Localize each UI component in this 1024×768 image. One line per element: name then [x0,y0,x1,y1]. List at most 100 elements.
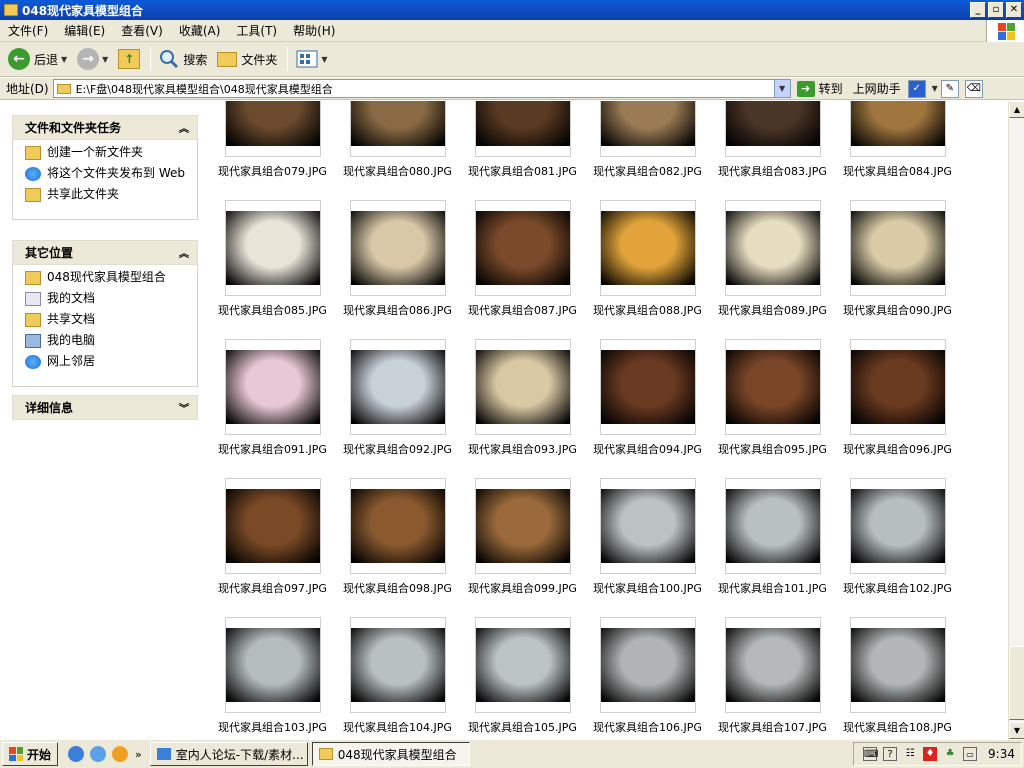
views-button[interactable]: ▼ [292,44,331,74]
thumbnail-image[interactable] [600,339,696,435]
file-item[interactable]: 现代家具组合085.JPG [210,200,335,330]
file-item[interactable]: 现代家具组合084.JPG [835,101,960,191]
details-header[interactable]: 详细信息 ︾ [12,395,198,420]
file-name[interactable]: 现代家具组合106.JPG [585,719,710,735]
collapse-chevron-icon[interactable]: ︽ [179,120,189,135]
file-name[interactable]: 现代家具组合080.JPG [335,163,460,179]
file-name[interactable]: 现代家具组合088.JPG [585,302,710,318]
place-shared-documents[interactable]: 共享文档 [25,313,197,327]
menu-favorites[interactable]: 收藏(A) [171,22,229,39]
chevron-down-icon[interactable]: ▼ [61,55,67,64]
file-item[interactable]: 现代家具组合088.JPG [585,200,710,330]
chevron-down-icon[interactable]: ▼ [102,55,108,64]
file-item[interactable]: 现代家具组合083.JPG [710,101,835,191]
scroll-up-button[interactable]: ▲ [1009,101,1024,118]
task-share-folder[interactable]: 共享此文件夹 [25,188,197,202]
file-item[interactable]: 现代家具组合107.JPG [710,617,835,739]
thumbnail-image[interactable] [475,478,571,574]
volume-icon[interactable]: ▭ [963,747,978,761]
file-name[interactable]: 现代家具组合083.JPG [710,163,835,179]
eraser-icon[interactable]: ⌫ [964,79,983,98]
thumbnail-image[interactable] [350,200,446,296]
file-name[interactable]: 现代家具组合108.JPG [835,719,960,735]
file-tasks-header[interactable]: 文件和文件夹任务 ︽ [12,115,198,140]
thumbnail-image[interactable] [350,339,446,435]
address-dropdown-button[interactable]: ▼ [773,80,790,97]
network-status-icon[interactable]: ♣ [943,747,957,761]
thumbnail-image[interactable] [850,339,946,435]
thumbnail-image[interactable] [600,617,696,713]
thumbnail-image[interactable] [850,200,946,296]
language-icon[interactable]: ☷ [903,747,917,761]
file-item[interactable]: 现代家具组合099.JPG [460,478,585,608]
quicklaunch-more-icon[interactable]: » [135,748,142,761]
thumbnail-image[interactable] [350,617,446,713]
task-label[interactable]: 共享此文件夹 [47,188,119,201]
thumbnail-image[interactable] [600,200,696,296]
place-label[interactable]: 我的文档 [47,292,95,305]
thumbnail-image[interactable] [850,617,946,713]
file-name[interactable]: 现代家具组合079.JPG [210,163,335,179]
file-item[interactable]: 现代家具组合079.JPG [210,101,335,191]
web-helper-label[interactable]: 上网助手 [853,80,901,97]
file-name[interactable]: 现代家具组合089.JPG [710,302,835,318]
folders-button[interactable]: 文件夹 [213,44,281,74]
back-button[interactable]: ← 后退 ▼ [4,44,71,74]
scroll-thumb[interactable] [1009,646,1024,720]
file-name[interactable]: 现代家具组合084.JPG [835,163,960,179]
thumbnail-image[interactable] [725,200,821,296]
file-item[interactable]: 现代家具组合094.JPG [585,339,710,469]
address-input[interactable]: E:\F盘\048现代家具模型组合\048现代家具模型组合 ▼ [52,79,791,98]
file-item[interactable]: 现代家具组合102.JPG [835,478,960,608]
task-label[interactable]: 将这个文件夹发布到 Web [47,167,185,180]
menu-help[interactable]: 帮助(H) [285,22,343,39]
file-item[interactable]: 现代家具组合105.JPG [460,617,585,739]
place-parent-folder[interactable]: 048现代家具模型组合 [25,271,197,285]
file-item[interactable]: 现代家具组合106.JPG [585,617,710,739]
file-item[interactable]: 现代家具组合097.JPG [210,478,335,608]
file-item[interactable]: 现代家具组合087.JPG [460,200,585,330]
place-my-computer[interactable]: 我的电脑 [25,334,197,348]
menu-edit[interactable]: 编辑(E) [56,22,113,39]
vertical-scrollbar[interactable]: ▲ ▼ [1008,101,1024,739]
task-label[interactable]: 创建一个新文件夹 [47,146,143,159]
file-item[interactable]: 现代家具组合096.JPG [835,339,960,469]
file-name[interactable]: 现代家具组合105.JPG [460,719,585,735]
chevron-down-icon[interactable]: ▼ [932,84,938,93]
thumbnail-image[interactable] [225,200,321,296]
thumbnail-image[interactable] [475,339,571,435]
file-name[interactable]: 现代家具组合103.JPG [210,719,335,735]
antivirus-icon[interactable]: ♦ [923,747,938,761]
file-item[interactable]: 现代家具组合095.JPG [710,339,835,469]
quicklaunch-browser-icon[interactable] [68,746,85,762]
place-label[interactable]: 我的电脑 [47,334,95,347]
thumbnail-image[interactable] [600,478,696,574]
thumbnail-image[interactable] [350,101,446,157]
file-item[interactable]: 现代家具组合082.JPG [585,101,710,191]
place-label[interactable]: 网上邻居 [47,355,95,368]
file-name[interactable]: 现代家具组合092.JPG [335,441,460,457]
place-network[interactable]: 网上邻居 [25,355,197,369]
file-item[interactable]: 现代家具组合090.JPG [835,200,960,330]
chevron-down-icon[interactable]: ▼ [321,55,327,64]
maximize-button[interactable]: ▫ [988,2,1004,18]
forward-button[interactable]: → ▼ [73,44,112,74]
file-item[interactable]: 现代家具组合108.JPG [835,617,960,739]
thumbnail-image[interactable] [475,617,571,713]
scroll-down-button[interactable]: ▼ [1009,722,1024,739]
file-name[interactable]: 现代家具组合102.JPG [835,580,960,596]
file-item[interactable]: 现代家具组合080.JPG [335,101,460,191]
task-new-folder[interactable]: 创建一个新文件夹 [25,146,197,160]
file-item[interactable]: 现代家具组合104.JPG [335,617,460,739]
menu-view[interactable]: 查看(V) [113,22,171,39]
file-name[interactable]: 现代家具组合097.JPG [210,580,335,596]
minimize-button[interactable]: _ [970,2,986,18]
file-name[interactable]: 现代家具组合085.JPG [210,302,335,318]
file-name[interactable]: 现代家具组合091.JPG [210,441,335,457]
file-name[interactable]: 现代家具组合098.JPG [335,580,460,596]
place-label[interactable]: 048现代家具模型组合 [47,271,166,284]
other-places-header[interactable]: 其它位置 ︽ [12,240,198,265]
close-button[interactable]: ✕ [1006,2,1022,18]
file-name[interactable]: 现代家具组合107.JPG [710,719,835,735]
thumbnail-image[interactable] [225,101,321,157]
